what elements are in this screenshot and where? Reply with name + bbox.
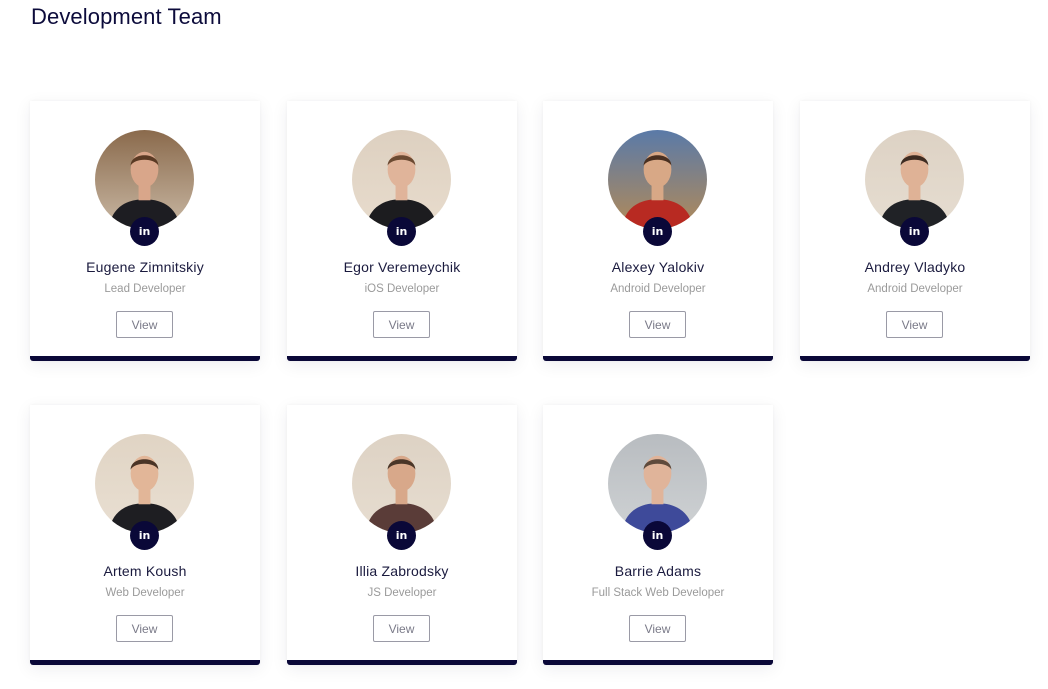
view-button[interactable]: View [116,311,173,338]
member-role: JS Developer [367,587,437,599]
team-member-card: in Alexey Yalokiv Android Developer View [543,101,773,361]
view-button[interactable]: View [116,615,173,642]
card-accent-bar [287,356,517,361]
member-photo [95,434,194,533]
member-name: Illia Zabrodsky [355,563,449,579]
member-name: Andrey Vladyko [864,259,966,275]
linkedin-icon[interactable]: in [130,521,159,550]
member-role: Android Developer [610,283,706,295]
member-role: iOS Developer [364,283,440,295]
member-photo [95,130,194,229]
card-accent-bar [543,356,773,361]
linkedin-icon[interactable]: in [387,521,416,550]
card-accent-bar [800,356,1030,361]
team-member-card: in Illia Zabrodsky JS Developer View [287,405,517,665]
linkedin-icon[interactable]: in [130,217,159,246]
member-role: Android Developer [867,283,963,295]
view-button[interactable]: View [886,311,943,338]
linkedin-icon[interactable]: in [643,217,672,246]
view-button[interactable]: View [373,311,430,338]
member-name: Eugene Zimnitskiy [86,259,204,275]
member-name: Barrie Adams [614,563,702,579]
team-page: Development Team in Eugene Zimnitskiy Lead… [0,0,1048,689]
member-name: Artem Koush [103,563,187,579]
team-member-card: in Artem Koush Web Developer View [30,405,260,665]
team-member-card: in Eugene Zimnitskiy Lead Developer View [30,101,260,361]
card-accent-bar [30,660,260,665]
member-photo [352,130,451,229]
team-member-card: in Andrey Vladyko Android Developer View [800,101,1030,361]
card-accent-bar [30,356,260,361]
linkedin-icon[interactable]: in [387,217,416,246]
member-role: Full Stack Web Developer [591,587,725,599]
view-button[interactable]: View [373,615,430,642]
card-accent-bar [287,660,517,665]
member-role: Lead Developer [104,283,186,295]
member-name: Alexey Yalokiv [611,259,705,275]
team-member-card: in Egor Veremeychik iOS Developer View [287,101,517,361]
team-member-card: in Barrie Adams Full Stack Web Developer Vi… [543,405,773,665]
linkedin-icon[interactable]: in [900,217,929,246]
linkedin-icon[interactable]: in [643,521,672,550]
member-photo [352,434,451,533]
member-photo [608,434,707,533]
member-role: Web Developer [105,587,185,599]
page-title: Development Team [31,4,222,29]
member-photo [865,130,964,229]
member-photo [608,130,707,229]
view-button[interactable]: View [629,311,686,338]
card-accent-bar [543,660,773,665]
member-name: Egor Veremeychik [343,259,461,275]
view-button[interactable]: View [629,615,686,642]
